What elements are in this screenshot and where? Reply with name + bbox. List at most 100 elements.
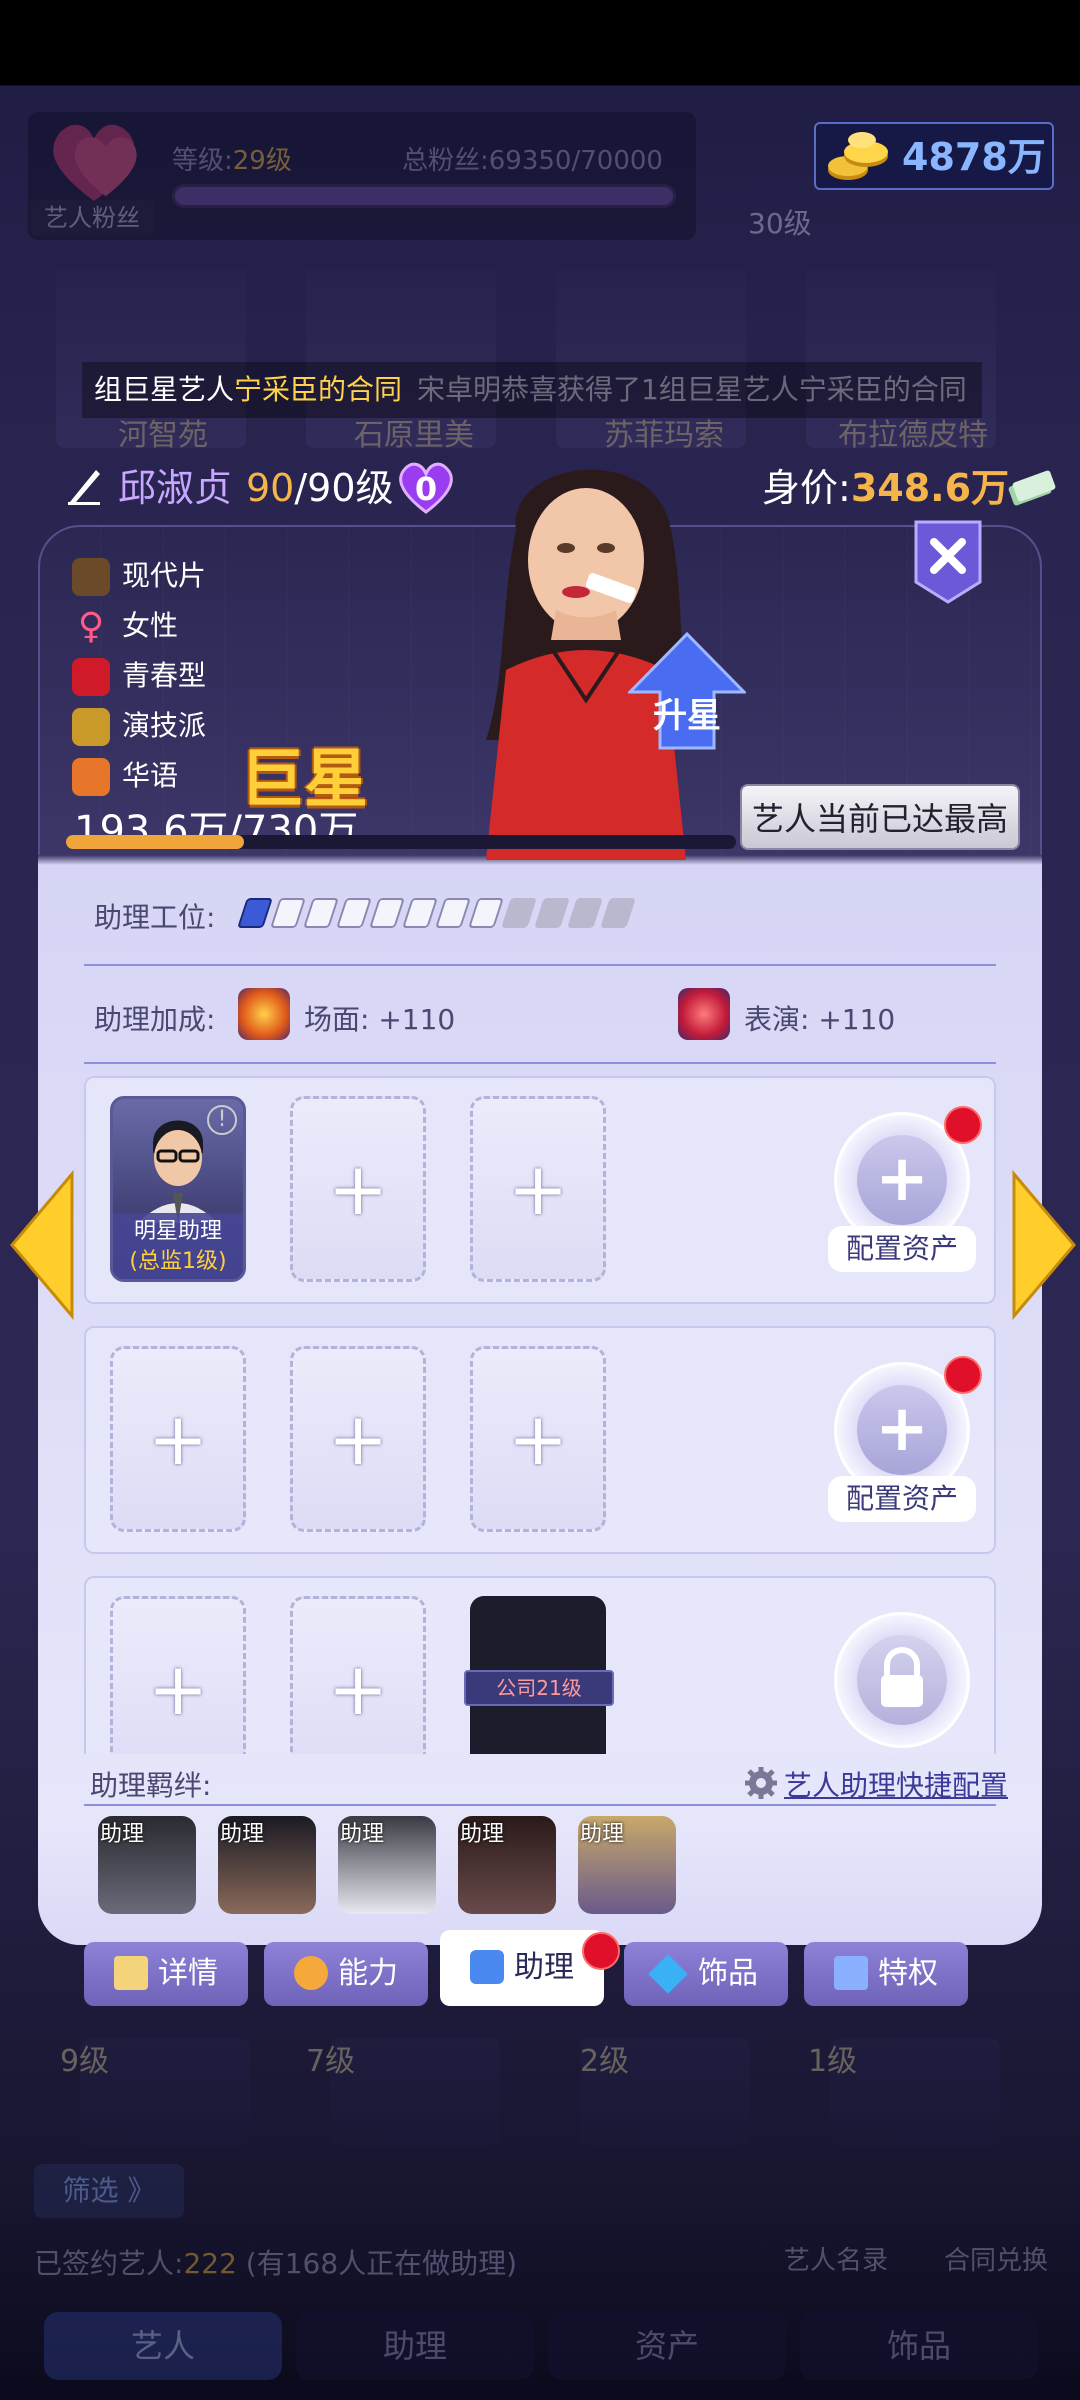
lock-icon: [857, 1635, 947, 1725]
empty-assistant-slot[interactable]: +: [470, 1096, 606, 1282]
assistant-card[interactable]: ! 明星助理 (总监1级): [110, 1096, 246, 1282]
fans-progress-bar: [172, 184, 676, 208]
plus-icon: +: [507, 1147, 569, 1231]
announcement-ticker: 组巨星艺人宁采臣的合同 宋卓明恭喜获得了1组巨星艺人宁采臣的合同: [82, 362, 982, 418]
plus-icon: +: [327, 1647, 389, 1731]
filter-button[interactable]: 筛选 》: [34, 2164, 184, 2218]
assistant-row-3-clip: + + 公司21级: [84, 1576, 996, 1754]
notification-dot: [944, 1106, 982, 1144]
gold-coins-icon: [828, 132, 888, 180]
tag-style: 演技派: [72, 704, 206, 748]
company-level: 30级: [748, 207, 812, 240]
close-icon[interactable]: [912, 518, 984, 604]
edit-name-icon[interactable]: [66, 466, 102, 506]
divider: [84, 964, 996, 966]
bonus-performance: 表演: +110: [744, 1003, 896, 1036]
tag-genre: 现代片: [72, 554, 206, 598]
list-artist-level: 7级: [306, 2044, 356, 2079]
cash-icon: [1008, 470, 1056, 506]
trophy-icon: [72, 708, 110, 746]
tab-assistant[interactable]: 助理: [440, 1930, 604, 2006]
explosion-icon: [238, 988, 290, 1040]
notification-dot: [944, 1356, 982, 1394]
divider: [84, 1804, 996, 1806]
diamond-icon: [648, 1954, 688, 1994]
artist-name: 邱淑贞: [118, 466, 233, 510]
empty-assistant-slot[interactable]: +: [290, 1096, 426, 1282]
tab-privileges[interactable]: 特权: [804, 1942, 968, 2006]
list-artist-level: 2级: [580, 2044, 630, 2079]
artist-roster-button[interactable]: 艺人名录: [784, 2240, 888, 2277]
list-artist-level: 1级: [808, 2044, 858, 2079]
tag-type: 青春型: [72, 654, 206, 698]
empty-assistant-slot[interactable]: +: [110, 1596, 246, 1754]
assistant-badge-icon: [470, 1950, 504, 1984]
level-label: 等级:29级: [172, 146, 292, 176]
info-icon[interactable]: !: [207, 1105, 237, 1135]
plus-icon: +: [507, 1397, 569, 1481]
megaphone-icon: [834, 1956, 868, 1990]
nav-artists[interactable]: 艺人: [44, 2312, 282, 2380]
plus-icon: +: [147, 1397, 209, 1481]
assistant-subtitle: (总监1级): [129, 1249, 227, 1274]
tag-gender: ♀ 女性: [72, 604, 178, 648]
tab-accessories[interactable]: 饰品: [624, 1942, 788, 2006]
gear-icon[interactable]: [744, 1766, 778, 1800]
plus-icon: +: [147, 1647, 209, 1731]
list-artist-level: 9级: [60, 2044, 110, 2079]
add-asset-icon: +: [857, 1135, 947, 1225]
tab-details[interactable]: 详情: [84, 1942, 248, 2006]
female-icon: ♀: [77, 606, 105, 647]
bond-assistant-avatar[interactable]: 助理: [578, 1816, 676, 1914]
lips-icon: [72, 658, 110, 696]
tag-language: 华语: [72, 754, 178, 798]
nav-assets[interactable]: 资产: [548, 2312, 786, 2380]
empty-assistant-slot[interactable]: +: [470, 1346, 606, 1532]
plus-icon: +: [327, 1147, 389, 1231]
assistant-row-2: + + + + 配置资产: [84, 1326, 996, 1554]
plus-icon: +: [327, 1397, 389, 1481]
bond-assistant-avatar[interactable]: 助理: [218, 1816, 316, 1914]
contract-exchange-button[interactable]: 合同兑换: [944, 2240, 1048, 2277]
configure-assets-label: 配置资产: [828, 1476, 976, 1522]
assistant-row-3: + + 公司21级: [84, 1576, 996, 1754]
notification-dot: [582, 1932, 620, 1970]
max-level-button[interactable]: 艺人当前已达最高: [740, 784, 1020, 850]
tab-ability[interactable]: 能力: [264, 1942, 428, 2006]
assistant-slots-label: 助理工位:: [94, 901, 216, 934]
assistant-bonus-label: 助理加成:: [94, 1003, 216, 1036]
bond-assistant-avatar[interactable]: 助理: [338, 1816, 436, 1914]
nav-accessories[interactable]: 饰品: [800, 2312, 1038, 2380]
empty-assistant-slot[interactable]: +: [290, 1596, 426, 1754]
document-icon: [114, 1956, 148, 1990]
hexagon-badge-icon: [294, 1956, 328, 1990]
film-camera-icon: [72, 558, 110, 596]
quick-config-link[interactable]: 艺人助理快捷配置: [784, 1764, 1008, 1804]
fan-badge-label: 艺人粉丝: [30, 200, 154, 236]
artist-level: 90/90级: [246, 466, 394, 510]
artist-price: 身价:348.6万: [762, 466, 1010, 510]
next-artist-arrow[interactable]: [1010, 1170, 1078, 1320]
bond-assistant-avatar[interactable]: 助理: [98, 1816, 196, 1914]
empty-assistant-slot[interactable]: +: [290, 1346, 426, 1532]
previous-artist-arrow[interactable]: [8, 1170, 76, 1320]
assistant-bond-label: 助理羁绊:: [90, 1769, 212, 1802]
fan-heart-icon: [53, 124, 137, 202]
experience-bar-fill: [66, 835, 244, 849]
bond-assistant-avatar[interactable]: 助理: [458, 1816, 556, 1914]
empty-assistant-slot[interactable]: +: [110, 1346, 246, 1532]
locked-requirement: 公司21级: [464, 1670, 614, 1706]
drama-mask-icon: [678, 988, 730, 1040]
divider: [84, 1062, 996, 1064]
bonus-scene: 场面: +110: [304, 1003, 456, 1036]
total-fans: 总粉丝:69350/70000: [402, 146, 663, 176]
upgrade-star-button[interactable]: 升星: [628, 688, 746, 737]
signed-artists: 已签约艺人:222 (有168人正在做助理): [34, 2247, 518, 2280]
assistant-row-1: ! 明星助理 (总监1级) + + + 配置资产: [84, 1076, 996, 1304]
locked-assistant-slot: 公司21级: [464, 1596, 614, 1754]
configure-assets-label: 配置资产: [828, 1226, 976, 1272]
add-asset-icon: +: [857, 1385, 947, 1475]
chinese-language-icon: [72, 758, 110, 796]
assistant-title: 明星助理: [133, 1219, 222, 1244]
nav-assistants[interactable]: 助理: [296, 2312, 534, 2380]
